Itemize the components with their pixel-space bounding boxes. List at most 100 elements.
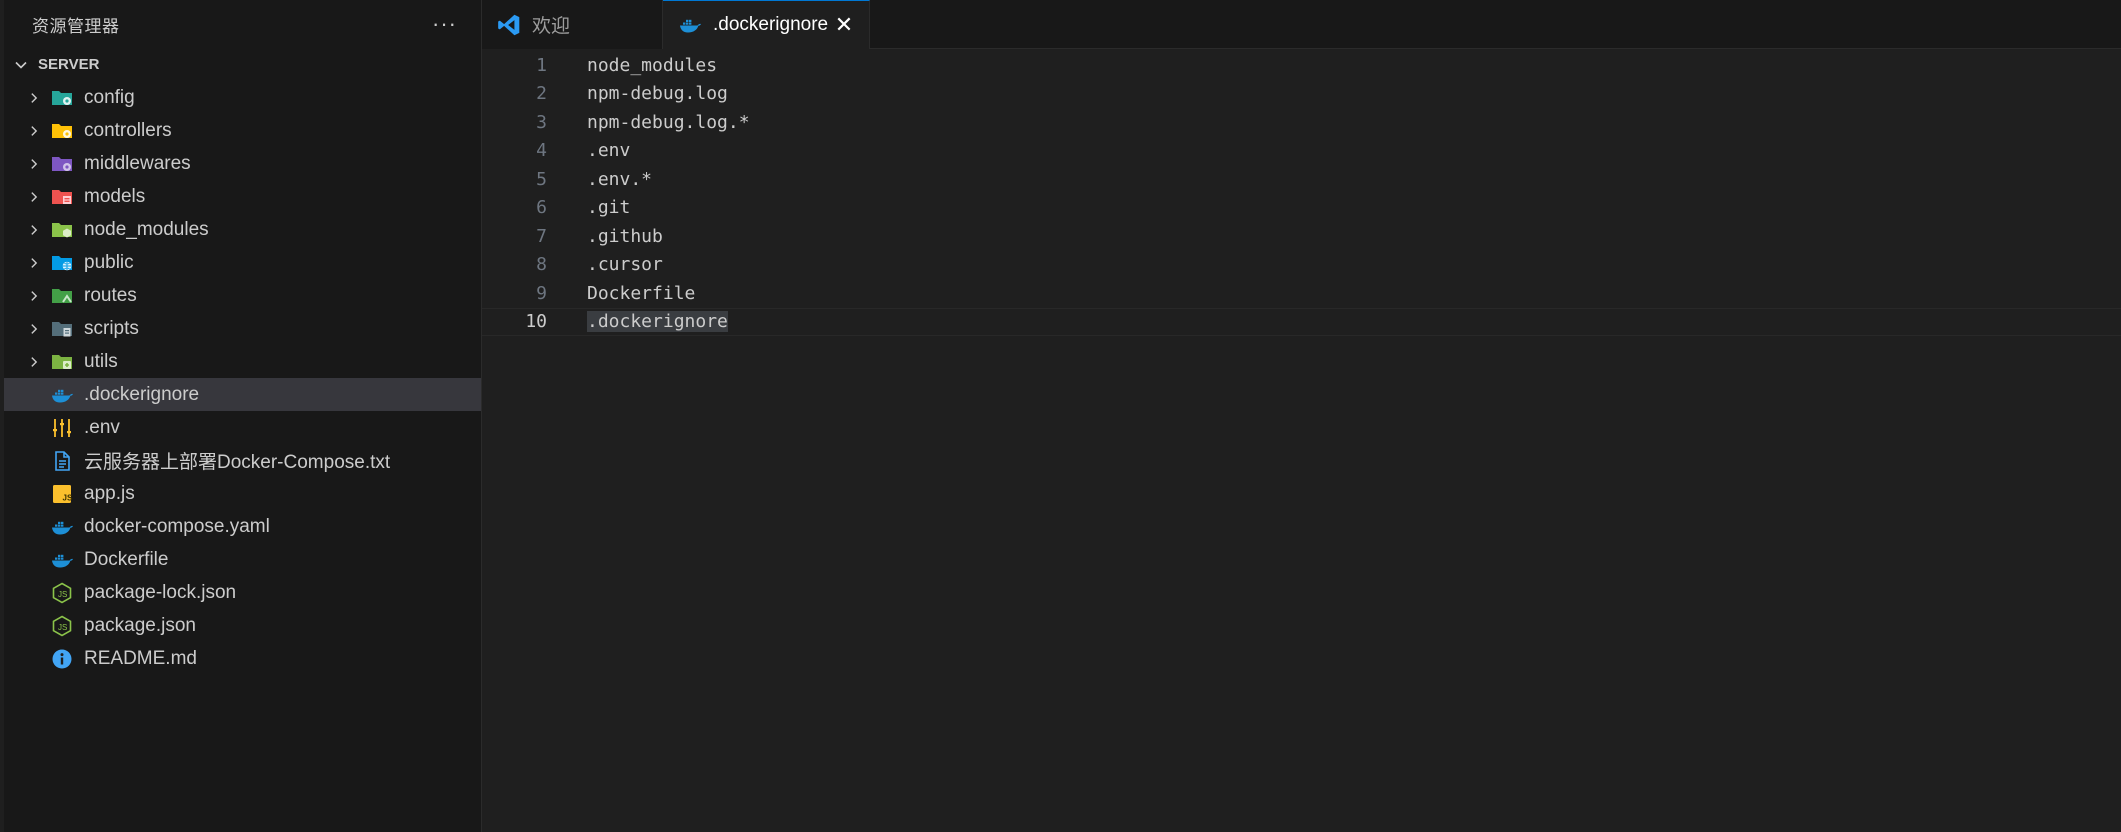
line-text: npm-debug.log.* xyxy=(587,111,750,133)
code-line-current: 10 .dockerignore xyxy=(482,307,2121,336)
svg-text:JS: JS xyxy=(58,590,67,599)
tree-item-label: models xyxy=(84,185,146,207)
folder-routes-icon xyxy=(50,284,74,308)
tree-item-label: package-lock.json xyxy=(84,581,237,603)
chevron-right-icon xyxy=(24,88,44,108)
tree-item-label: middlewares xyxy=(84,152,191,174)
tree-item-label: README.md xyxy=(84,647,197,669)
line-number: 6 xyxy=(536,197,547,219)
workspace-name: SERVER xyxy=(38,56,100,73)
tree-file[interactable]: JS package.json xyxy=(4,609,481,642)
tree-file[interactable]: JS app.js xyxy=(4,477,481,510)
docker-icon xyxy=(50,515,74,539)
chevron-right-icon xyxy=(24,253,44,273)
line-number: 7 xyxy=(536,225,547,247)
tab-welcome[interactable]: 欢迎 xyxy=(482,0,663,49)
svg-text:JS: JS xyxy=(63,493,73,502)
folder-node-icon xyxy=(50,218,74,242)
line-text: Dockerfile xyxy=(587,282,696,304)
line-text: .env xyxy=(587,140,631,162)
tree-item-label: Dockerfile xyxy=(84,548,169,570)
line-number: 3 xyxy=(536,111,547,133)
tree-folder[interactable]: node_modules xyxy=(4,213,481,246)
chevron-right-icon xyxy=(24,352,44,372)
nodejs-icon: JS xyxy=(50,614,74,638)
code-line: 8 .cursor xyxy=(482,251,2121,280)
tree-file[interactable]: JS package-lock.json xyxy=(4,576,481,609)
explorer-sidebar: 资源管理器 ··· SERVER config controllers midd… xyxy=(0,0,482,832)
tree-folder[interactable]: utils xyxy=(4,345,481,378)
workspace-section-header[interactable]: SERVER xyxy=(4,48,481,81)
line-number: 4 xyxy=(536,140,547,162)
code-line: 1 node_modules xyxy=(482,51,2121,80)
svg-text:JS: JS xyxy=(58,623,67,632)
file-tree: config controllers middlewares models no xyxy=(4,81,481,675)
tree-item-label: docker-compose.yaml xyxy=(84,515,270,537)
tree-file[interactable]: 云服务器上部署Docker-Compose.txt xyxy=(4,444,481,477)
code-editor[interactable]: 1 node_modules 2 npm-debug.log 3 npm-deb… xyxy=(482,49,2121,336)
folder-config-icon xyxy=(50,86,74,110)
line-text-highlighted: .dockerignore xyxy=(587,311,728,333)
chevron-right-icon xyxy=(24,220,44,240)
tree-folder[interactable]: routes xyxy=(4,279,481,312)
tab-label: 欢迎 xyxy=(532,16,571,37)
code-line: 9 Dockerfile xyxy=(482,279,2121,308)
tree-file[interactable]: docker-compose.yaml xyxy=(4,510,481,543)
javascript-icon: JS xyxy=(50,482,74,506)
line-number: 1 xyxy=(536,54,547,76)
folder-utils-icon xyxy=(50,350,74,374)
tree-file[interactable]: .env xyxy=(4,411,481,444)
tree-item-label: scripts xyxy=(84,317,139,339)
close-icon[interactable]: ✕ xyxy=(833,12,855,37)
explorer-title: 资源管理器 xyxy=(32,16,120,36)
chevron-right-icon xyxy=(24,187,44,207)
tree-item-label: routes xyxy=(84,284,137,306)
tree-folder[interactable]: config xyxy=(4,81,481,114)
vscode-window: 资源管理器 ··· SERVER config controllers midd… xyxy=(0,0,2121,832)
tree-item-label: 云服务器上部署Docker-Compose.txt xyxy=(84,452,391,473)
tree-item-label: utils xyxy=(84,350,118,372)
tree-item-label: controllers xyxy=(84,119,172,141)
tree-file[interactable]: Dockerfile xyxy=(4,543,481,576)
line-text: npm-debug.log xyxy=(587,83,728,105)
tab-label: .dockerignore xyxy=(713,14,829,35)
tab-dockerignore[interactable]: .dockerignore ✕ xyxy=(663,0,870,49)
line-number: 5 xyxy=(536,168,547,190)
tree-item-label: app.js xyxy=(84,482,135,504)
chevron-right-icon xyxy=(24,121,44,141)
code-line: 3 npm-debug.log.* xyxy=(482,108,2121,137)
chevron-right-icon xyxy=(24,154,44,174)
tree-item-label: public xyxy=(84,251,134,273)
line-text: .env.* xyxy=(587,168,653,190)
line-text: .github xyxy=(587,225,663,247)
tree-file-selected[interactable]: .dockerignore xyxy=(4,378,481,411)
vscode-icon xyxy=(496,12,522,38)
tree-file[interactable]: README.md xyxy=(4,642,481,675)
line-number: 9 xyxy=(536,282,547,304)
editor-tabbar: 欢迎 .dockerignore ✕ xyxy=(482,0,2121,49)
code-line: 4 .env xyxy=(482,137,2121,166)
tree-folder[interactable]: controllers xyxy=(4,114,481,147)
tree-item-label: node_modules xyxy=(84,218,209,240)
code-line: 7 .github xyxy=(482,222,2121,251)
tree-item-label: config xyxy=(84,86,135,108)
tree-folder[interactable]: scripts xyxy=(4,312,481,345)
folder-models-icon xyxy=(50,185,74,209)
info-icon xyxy=(50,647,74,671)
line-text: .git xyxy=(587,197,631,219)
folder-scripts-icon xyxy=(50,317,74,341)
nodejs-icon: JS xyxy=(50,581,74,605)
folder-middleware-icon xyxy=(50,152,74,176)
tree-folder[interactable]: middlewares xyxy=(4,147,481,180)
line-number: 10 xyxy=(525,311,547,333)
tree-folder[interactable]: public xyxy=(4,246,481,279)
line-number: 8 xyxy=(536,254,547,276)
line-number: 2 xyxy=(536,83,547,105)
tree-folder[interactable]: models xyxy=(4,180,481,213)
more-actions-icon[interactable]: ··· xyxy=(432,13,457,35)
editor-area: 欢迎 .dockerignore ✕ 1 node_modules 2 npm-… xyxy=(482,0,2121,832)
explorer-header: 资源管理器 ··· xyxy=(4,0,481,48)
tree-item-label: .env xyxy=(84,416,120,438)
tree-item-label: package.json xyxy=(84,614,196,636)
line-text: .cursor xyxy=(587,254,663,276)
